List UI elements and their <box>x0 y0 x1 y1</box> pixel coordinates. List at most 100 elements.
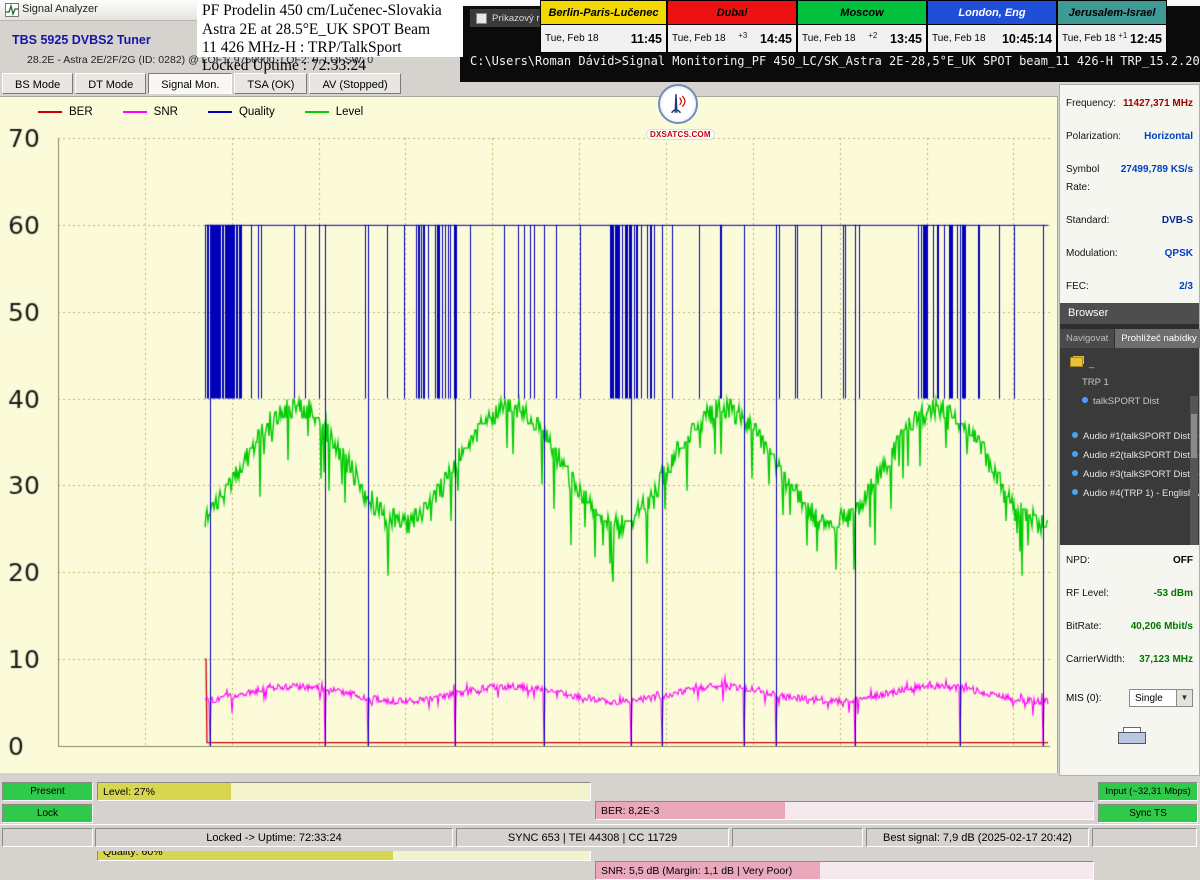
level-progressbar: Level: 27% <box>97 782 591 801</box>
param-fec: FEC:2/3 <box>1060 278 1199 296</box>
clock-body: Tue, Feb 18+112:45 <box>1058 25 1166 52</box>
param-value: 37,123 MHz <box>1139 651 1193 669</box>
param-label: CarrierWidth: <box>1066 651 1125 669</box>
tab-tsa[interactable]: TSA (OK) <box>234 73 307 94</box>
param-value: OFF <box>1173 552 1193 570</box>
input-indicator: Input (~32,31 Mbps) <box>1098 782 1198 801</box>
world-clocks: Berlin-Paris-Lučenec Tue, Feb 1811:45 Du… <box>540 0 1167 53</box>
audio-dot-icon <box>1072 489 1078 495</box>
window-title: Signal Analyzer <box>22 3 98 15</box>
audio-dot-icon <box>1072 432 1078 438</box>
audio-track-1[interactable]: Audio #1(talkSPORT Dist) - AAC <box>1060 427 1199 446</box>
rf-params: NPD:OFF RF Level:-53 dBm BitRate:40,206 … <box>1060 552 1199 684</box>
dxsatcs-logo: DXSATCS.COM <box>646 84 710 136</box>
audio-track-3[interactable]: Audio #3(talkSPORT Dist) - AAC <box>1060 465 1199 484</box>
param-npd: NPD: OFF <box>1060 552 1199 570</box>
audio-track-4[interactable]: Audio #4(TRP 1) - English, AAC <box>1060 484 1199 503</box>
statusbar-locked: Locked -> Uptime: 72:33:24 <box>95 828 453 847</box>
legend-ber: BER <box>38 106 93 118</box>
sync-counters-text: SYNC 653 | TEI 44308 | CC 11729 <box>508 832 677 844</box>
tab-signal-mon[interactable]: Signal Mon. <box>148 73 232 94</box>
audio-track-label: Audio #3(talkSPORT Dist) - AAC <box>1083 469 1199 480</box>
clock-time: 11:45 <box>631 32 662 46</box>
clock-header: Jerusalem-Israel <box>1058 1 1166 25</box>
level-line-swatch <box>305 111 329 113</box>
tree-root[interactable]: _ <box>1060 354 1199 373</box>
mis-value: Single <box>1135 693 1163 704</box>
tab-prohlizec-nabidky[interactable]: Prohlížeč nabídky <box>1115 329 1200 348</box>
tab-dt-mode[interactable]: DT Mode <box>75 73 146 94</box>
clock-date: Tue, Feb 18 <box>672 33 726 44</box>
tree-scrollbar[interactable] <box>1190 396 1198 545</box>
terminal-command-line[interactable]: C:\Users\Roman Dávid>Signal Monitoring_P… <box>470 54 1200 68</box>
tuner-name: TBS 5925 DVBS2 Tuner <box>12 33 151 47</box>
console-icon <box>476 13 487 24</box>
tree-item-talksport[interactable]: talkSPORT Dist <box>1060 392 1199 411</box>
clock-time: 14:45 <box>760 32 792 46</box>
param-value: 2/3 <box>1179 278 1193 296</box>
param-modulation: Modulation:QPSK <box>1060 245 1199 263</box>
clock-moscow: Moscow Tue, Feb 18+213:45 <box>797 0 927 53</box>
mis-label: MIS (0): <box>1066 693 1102 704</box>
clock-dubai: Dubai Tue, Feb 18 +3 14:45 <box>667 0 797 53</box>
clock-body: Tue, Feb 18+213:45 <box>798 25 926 52</box>
clock-offset: +3 <box>738 31 747 40</box>
param-label: Standard: <box>1066 212 1109 230</box>
statusbar-cell-empty-3 <box>1092 828 1197 847</box>
tree-item-label: talkSPORT Dist <box>1093 396 1159 407</box>
clock-header: Dubai <box>668 1 796 25</box>
clock-city: Dubai <box>717 7 748 19</box>
tab-navigovat[interactable]: Navigovat <box>1060 329 1114 348</box>
ber-line-swatch <box>38 111 62 113</box>
tab-av[interactable]: AV (Stopped) <box>309 73 400 94</box>
clock-time: 12:45 <box>1130 32 1162 46</box>
printer-icon[interactable] <box>1118 727 1144 745</box>
lock-label: Lock <box>37 808 58 819</box>
sync-ts-indicator: Sync TS <box>1098 804 1198 823</box>
clock-city: London, Eng <box>958 7 1025 19</box>
param-rf-level: RF Level:-53 dBm <box>1060 585 1199 603</box>
tree-scrollbar-thumb[interactable] <box>1191 414 1197 458</box>
legend-quality: Quality <box>208 106 275 118</box>
signal-chart-region: BER SNR Quality Level <box>0 96 1058 773</box>
tree-item-trp1[interactable]: TRP 1 <box>1060 373 1199 392</box>
service-dot-icon <box>1082 397 1088 403</box>
level-progress-label: Level: 27% <box>103 786 155 798</box>
browser-header: Browser <box>1060 303 1199 324</box>
ber-progress-label: BER: 8,2E-3 <box>601 805 659 817</box>
annotation-line-3: 11 426 MHz-H : TRP/TalkSport <box>202 39 463 58</box>
tree-item-label: TRP 1 <box>1082 377 1109 388</box>
snr-progressbar: SNR: 5,5 dB (Margin: 1,1 dB | Very Poor) <box>595 861 1094 880</box>
tab-bs-mode[interactable]: BS Mode <box>2 73 73 94</box>
mis-select[interactable]: Single ▼ <box>1129 689 1193 707</box>
clock-date: Tue, Feb 18 <box>802 33 856 44</box>
annotation-line-2: Astra 2E at 28.5°E_UK SPOT Beam <box>202 21 463 40</box>
param-label: NPD: <box>1066 552 1090 570</box>
clock-header: London, Eng <box>928 1 1056 25</box>
audio-track-2[interactable]: Audio #2(talkSPORT Dist) - AAC <box>1060 446 1199 465</box>
param-label: Frequency: <box>1066 95 1116 113</box>
clock-body: Tue, Feb 1811:45 <box>541 25 666 52</box>
param-label: BitRate: <box>1066 618 1102 636</box>
browser-panel: Browser Navigovat Prohlížeč nabídky N _ … <box>1060 303 1199 545</box>
annotation-text-box: PF Prodelin 450 cm/Lučenec-Slovakia Astr… <box>197 0 463 57</box>
param-value: 27499,789 KS/s <box>1121 161 1193 179</box>
clock-date: Tue, Feb 18 <box>932 33 986 44</box>
chevron-down-icon[interactable]: ▼ <box>1176 690 1192 706</box>
best-signal-text: Best signal: 7,9 dB (2025-02-17 20:42) <box>883 832 1072 844</box>
param-frequency: Frequency:11427,371 MHz <box>1060 95 1199 113</box>
legend-level: Level <box>305 106 364 118</box>
clock-offset: +1 <box>1118 31 1127 40</box>
chart-legend: BER SNR Quality Level <box>38 106 363 118</box>
statusbar-best-signal: Best signal: 7,9 dB (2025-02-17 20:42) <box>866 828 1089 847</box>
ber-progressbar: BER: 8,2E-3 <box>595 801 1094 820</box>
dxsatcs-logo-caption: DXSATCS.COM <box>646 129 715 140</box>
legend-quality-label: Quality <box>239 106 275 118</box>
clock-jerusalem: Jerusalem-Israel Tue, Feb 18+112:45 <box>1057 0 1167 53</box>
audio-track-label: Audio #1(talkSPORT Dist) - AAC <box>1083 431 1199 442</box>
param-value: DVB-S <box>1162 212 1193 230</box>
param-value: Horizontal <box>1144 128 1193 146</box>
clock-body: Tue, Feb 18 +3 14:45 <box>668 25 796 52</box>
signal-info-panel: Frequency:11427,371 MHz Polarization:Hor… <box>1059 84 1200 776</box>
param-value: QPSK <box>1165 245 1193 263</box>
